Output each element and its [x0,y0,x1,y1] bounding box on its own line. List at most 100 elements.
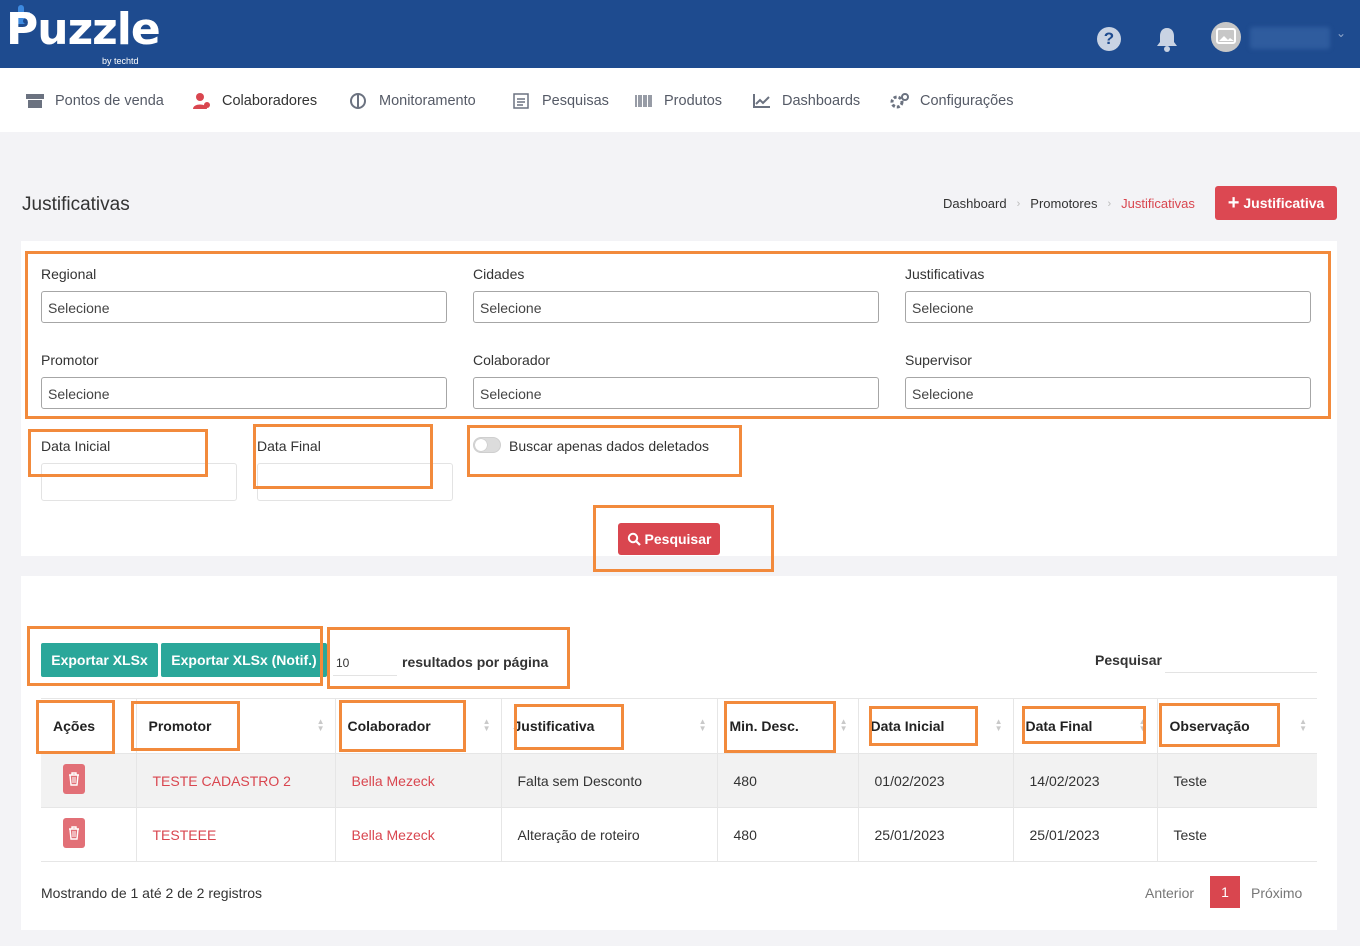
chart-line-icon [753,94,770,108]
add-justificativa-button[interactable]: + Justificativa [1215,186,1337,220]
pesquisar-label: Pesquisar [644,531,712,547]
page-title: Justificativas [22,194,130,215]
table-info: Mostrando de 1 até 2 de 2 registros [41,885,263,901]
trash-icon [69,772,79,786]
col-min-desc-label: Min. Desc. [729,718,799,734]
sort-icon: ▲ ▼ [482,717,491,733]
breadcrumb-promotores[interactable]: Promotores [1030,196,1097,211]
plus-icon: + [1227,192,1240,214]
pagination-next[interactable]: Próximo [1251,885,1302,901]
nav-item-configuracoes[interactable]: Configurações [890,92,1014,110]
col-min-desc[interactable]: Min. Desc. ▲ ▼ [717,698,859,754]
export-xlsx-button[interactable]: Exportar XLSx [41,643,158,677]
data-final-input[interactable] [257,463,453,501]
regional-select[interactable]: Selecione [41,291,447,323]
search-icon [627,532,641,546]
barcode-icon [635,95,652,107]
add-justificativa-label: Justificativa [1243,195,1325,211]
data-inicial-cell: 25/01/2023 [858,807,1014,862]
chevron-right-icon: › [1016,197,1021,210]
breadcrumb-dashboard[interactable]: Dashboard [943,196,1007,211]
pagination-prev[interactable]: Anterior [1145,885,1194,901]
delete-button[interactable] [63,764,85,794]
table-row: TESTE CADASTRO 2 Bella Mezeck Falta sem … [41,753,1317,808]
col-observacao[interactable]: Observação ▲ ▼ [1157,698,1317,754]
data-final-cell: 14/02/2023 [1013,753,1158,808]
users-icon [193,93,210,109]
col-data-inicial[interactable]: Data Inicial ▲ ▼ [858,698,1014,754]
survey-icon [513,93,529,109]
data-inicial-input[interactable] [41,463,237,501]
table-search-input[interactable] [1165,647,1317,673]
data-inicial-label: Data Inicial [41,438,111,454]
colaborador-select[interactable]: Selecione [473,377,879,409]
colaborador-cell[interactable]: Bella Mezeck [335,753,502,808]
min-desc-cell: 480 [717,807,859,862]
sort-icon: ▲ ▼ [698,717,707,733]
breadcrumb-justificativas: Justificativas [1121,196,1195,211]
pagination-current-page[interactable]: 1 [1210,876,1240,908]
col-data-final[interactable]: Data Final ▲ ▼ [1013,698,1158,754]
app-logo[interactable]: Puzzle [6,4,161,56]
col-data-inicial-label: Data Inicial [870,718,945,734]
min-desc-cell: 480 [717,753,859,808]
sort-icon: ▲ ▼ [839,717,848,733]
nav-label: Pesquisas [542,93,609,109]
avatar[interactable] [1211,22,1241,52]
promotor-cell[interactable]: TESTEEE [136,807,336,862]
justificativa-cell: Alteração de roteiro [501,807,718,862]
image-placeholder-icon [1216,28,1236,44]
justificativas-table: Ações Promotor ▲ ▼ Colaborador ▲ ▼ Justifica… [41,698,1317,862]
cidades-label: Cidades [473,266,525,282]
user-name-blurred[interactable] [1250,27,1330,49]
top-bar: Puzzle by techtd ? ⌄ [0,0,1360,68]
chevron-right-icon: › [1107,197,1112,210]
promotor-label: Promotor [41,352,99,368]
supervisor-select[interactable]: Selecione [905,377,1311,409]
export-xlsx-notif-button[interactable]: Exportar XLSx (Notif.) [161,643,327,677]
justificativas-select[interactable]: Selecione [905,291,1311,323]
nav-label: Monitoramento [379,93,476,109]
col-colaborador-label: Colaborador [347,718,431,734]
table-row: TESTEEE Bella Mezeck Alteração de roteir… [41,807,1317,862]
data-inicial-cell: 01/02/2023 [858,753,1014,808]
app-logo-subtitle: by techtd [102,56,139,66]
col-justificativa-label: Justificativa [513,718,595,734]
col-promotor[interactable]: Promotor ▲ ▼ [136,698,336,754]
sort-icon: ▲ ▼ [1299,717,1307,733]
nav-item-pontos-de-venda[interactable]: Pontos de venda [25,92,164,110]
page-size-select[interactable]: 10 [333,652,397,676]
nav-item-monitoramento[interactable]: Monitoramento [349,92,476,110]
colaborador-cell[interactable]: Bella Mezeck [335,807,502,862]
promotor-cell[interactable]: TESTE CADASTRO 2 [136,753,336,808]
promotor-select[interactable]: Selecione [41,377,447,409]
col-colaborador[interactable]: Colaborador ▲ ▼ [335,698,502,754]
store-icon [26,94,44,108]
deleted-only-toggle[interactable] [473,437,501,453]
help-icon[interactable]: ? [1097,27,1121,51]
regional-label: Regional [41,266,97,282]
nav-label: Produtos [664,93,723,109]
cidades-select[interactable]: Selecione [473,291,879,323]
actions-cell [41,753,137,808]
pesquisar-button[interactable]: Pesquisar [618,523,720,555]
nav-item-dashboards[interactable]: Dashboards [752,92,860,110]
delete-button[interactable] [63,818,85,848]
bell-icon[interactable] [1155,26,1179,52]
table-header-row: Ações Promotor ▲ ▼ Colaborador ▲ ▼ Justifica… [41,698,1317,754]
observacao-cell: Teste [1157,753,1317,808]
nav-item-colaboradores[interactable]: Colaboradores [192,92,317,110]
col-promotor-label: Promotor [148,718,212,734]
trash-icon [69,826,79,840]
justificativas-label: Justificativas [905,266,985,282]
main-nav: Pontos de venda Colaboradores Monitorame… [0,68,1360,132]
col-observacao-label: Observação [1169,718,1250,734]
col-justificativa[interactable]: Justificativa ▲ ▼ [501,698,718,754]
nav-item-pesquisas[interactable]: Pesquisas [512,92,609,110]
chevron-down-icon[interactable]: ⌄ [1336,26,1346,40]
colaborador-label: Colaborador [473,352,551,368]
col-data-final-label: Data Final [1025,718,1093,734]
nav-label: Colaboradores [222,93,318,109]
nav-item-produtos[interactable]: Produtos [634,92,722,110]
breadcrumb: Dashboard › Promotores › Justificativas [943,196,1195,211]
